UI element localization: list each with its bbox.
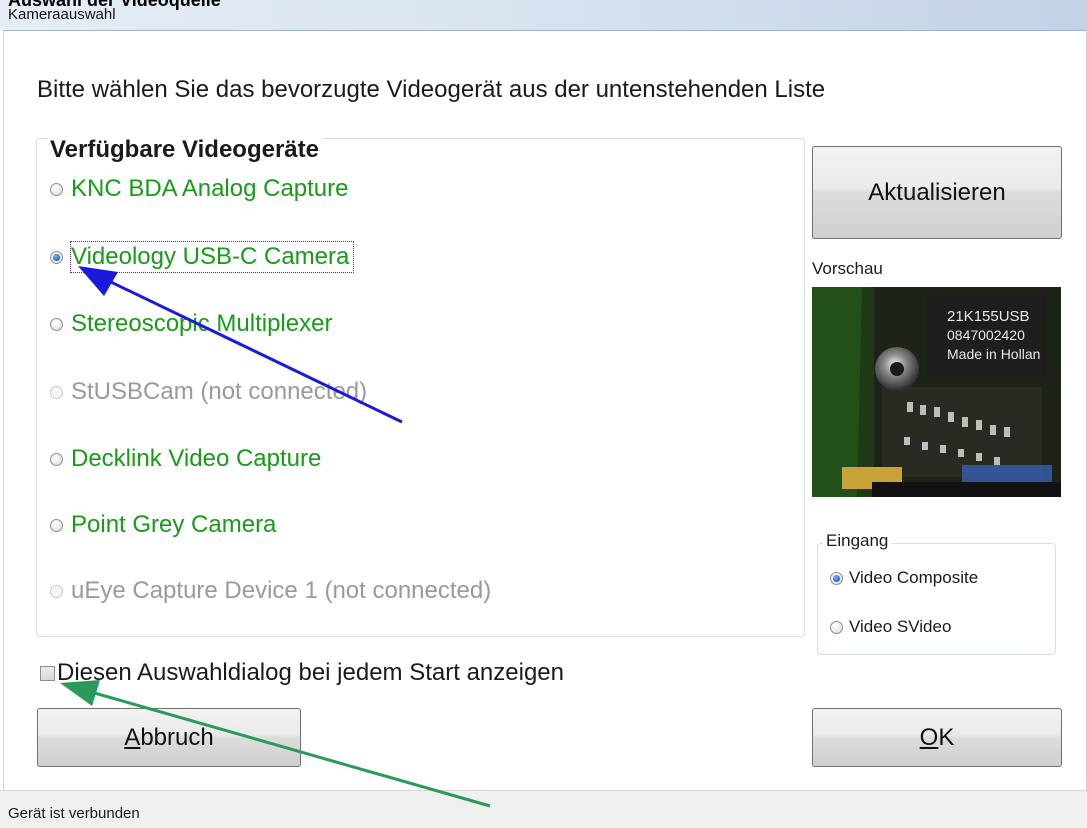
camera-preview: 21K155USB 0847002420 Made in Hollan	[812, 287, 1061, 497]
preview-label: Vorschau	[812, 259, 883, 278]
radio-button-icon[interactable]	[50, 317, 63, 331]
device-label[interactable]: Stereoscopic Multiplexer	[71, 309, 332, 339]
device-label[interactable]: Decklink Video Capture	[71, 444, 321, 474]
radio-button-icon[interactable]	[50, 182, 63, 196]
chip-label-line: Made in Hollan	[947, 346, 1040, 362]
preview-image: 21K155USB 0847002420 Made in Hollan	[812, 287, 1061, 497]
window-left-border	[0, 30, 4, 790]
input-option-label[interactable]: Video SVideo	[849, 617, 951, 637]
ok-label-rest: K	[938, 723, 955, 751]
cancel-mnemonic: A	[124, 723, 141, 751]
refresh-button[interactable]: Aktualisieren	[812, 146, 1062, 239]
show-dialog-checkbox-row[interactable]: Diesen Auswahldialog bei jedem Start anz…	[40, 658, 564, 688]
device-label: StUSBCam (not connected)	[71, 378, 368, 405]
device-label[interactable]: Videology USB-C Camera	[69, 241, 355, 273]
status-text: Gerät ist verbunden	[8, 805, 140, 822]
radio-button-disabled-icon	[50, 385, 63, 399]
ok-button[interactable]: OK	[812, 708, 1062, 767]
radio-button-icon[interactable]	[830, 620, 843, 634]
devices-group-title: Verfügbare Videogeräte	[48, 136, 323, 164]
device-radio-stereoscopic[interactable]: Stereoscopic Multiplexer	[50, 309, 332, 339]
input-group-title: Eingang	[823, 531, 892, 551]
ok-mnemonic: O	[919, 723, 939, 751]
checkbox-icon[interactable]	[40, 665, 55, 681]
status-bar: Gerät ist verbunden	[0, 790, 1087, 828]
device-radio-videology[interactable]: Videology USB-C Camera	[50, 241, 355, 273]
radio-button-icon[interactable]	[50, 452, 63, 466]
input-option-label[interactable]: Video Composite	[849, 568, 978, 588]
device-label[interactable]: Point Grey Camera	[71, 510, 276, 540]
input-radio-svideo[interactable]: Video SVideo	[830, 616, 951, 638]
device-radio-decklink[interactable]: Decklink Video Capture	[50, 444, 321, 474]
device-radio-pointgrey[interactable]: Point Grey Camera	[50, 510, 276, 540]
title-bar: Auswahl der Videoquelle Kameraauswahl	[0, 0, 1087, 31]
show-dialog-label[interactable]: Diesen Auswahldialog bei jedem Start anz…	[57, 659, 564, 687]
device-radio-ueye: uEye Capture Device 1 (not connected)	[50, 576, 491, 606]
chip-label-line: 21K155USB	[947, 308, 1030, 325]
cancel-label-rest: bbruch	[140, 723, 214, 751]
window-title: Kameraauswahl	[8, 6, 116, 23]
device-label[interactable]: KNC BDA Analog Capture	[71, 174, 349, 204]
input-radio-composite[interactable]: Video Composite	[830, 567, 978, 589]
radio-button-checked-icon[interactable]	[830, 571, 843, 585]
radio-button-icon[interactable]	[50, 518, 63, 532]
device-label: uEye Capture Device 1 (not connected)	[71, 577, 492, 604]
device-radio-stusbcam: StUSBCam (not connected)	[50, 377, 367, 407]
instruction-text: Bitte wählen Sie das bevorzugte Videoger…	[37, 76, 826, 103]
radio-button-checked-icon[interactable]	[50, 250, 63, 264]
chip-label-line: 0847002420	[947, 327, 1025, 343]
device-radio-knc[interactable]: KNC BDA Analog Capture	[50, 174, 349, 204]
radio-button-disabled-icon	[50, 584, 63, 598]
input-groupbox	[817, 543, 1056, 655]
cancel-button[interactable]: Abbruch	[37, 708, 301, 767]
